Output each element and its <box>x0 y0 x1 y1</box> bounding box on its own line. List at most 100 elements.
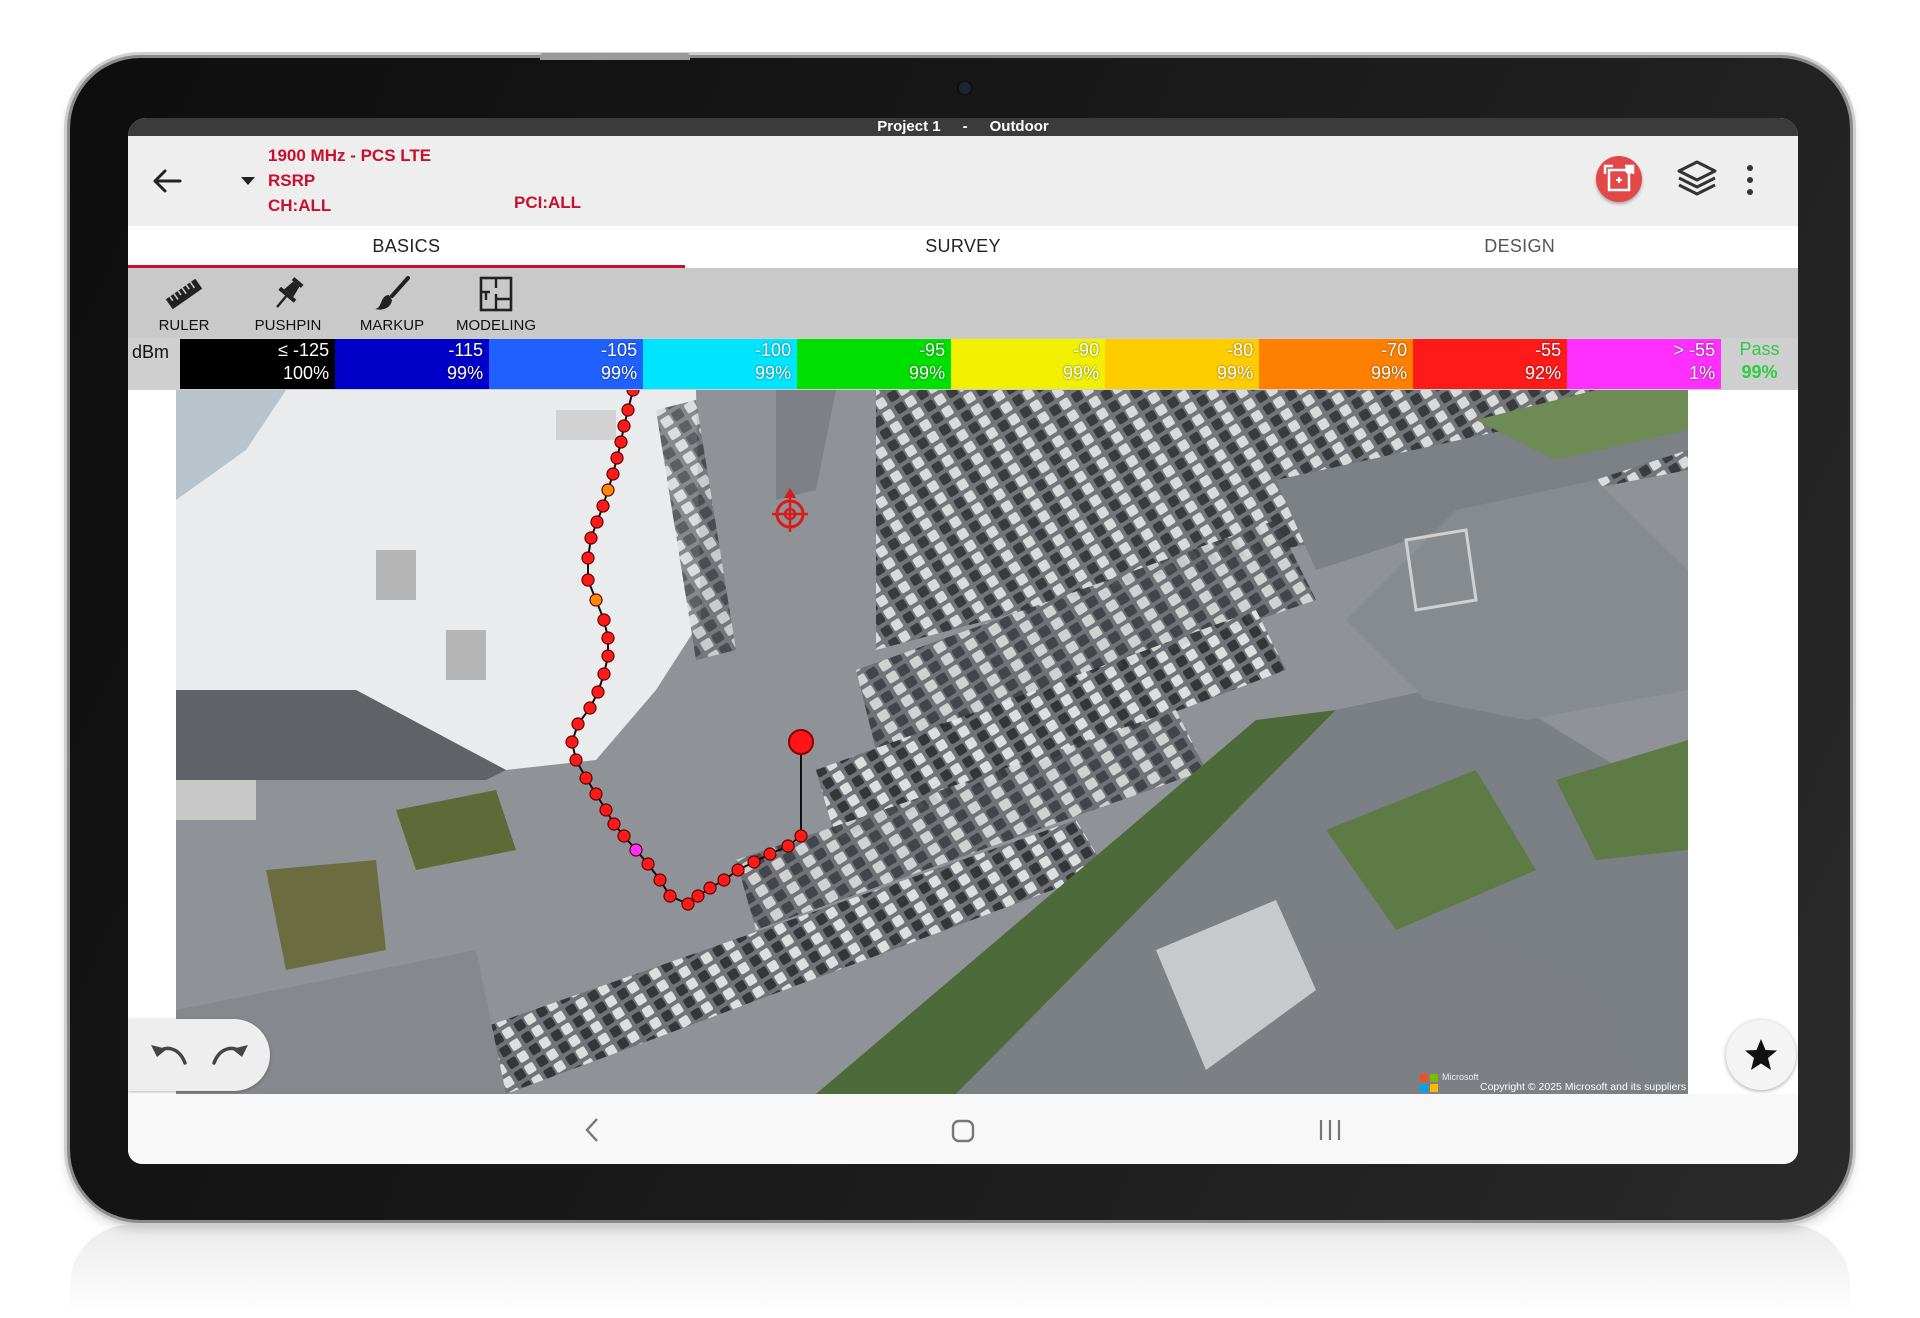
survey-point[interactable] <box>629 843 643 857</box>
modeling-tool-button[interactable]: MODELING <box>444 268 548 338</box>
survey-point[interactable] <box>607 817 621 831</box>
garden-bed <box>266 860 386 970</box>
tab-survey[interactable]: SURVEY <box>685 226 1242 268</box>
survey-point[interactable] <box>747 855 761 869</box>
survey-point[interactable] <box>691 889 705 903</box>
survey-point[interactable] <box>641 857 655 871</box>
survey-point[interactable] <box>731 863 745 877</box>
basic-tools-toolbar: RULER PUSHPIN MARKUP MODELING <box>128 268 1798 338</box>
aerial-map[interactable] <box>176 390 1688 1094</box>
survey-point[interactable] <box>781 839 795 853</box>
loading-dock <box>176 780 256 820</box>
legend-range: -70 <box>1381 340 1408 360</box>
map-view[interactable] <box>176 390 1688 1094</box>
legend-cell[interactable]: > -55 1% <box>1567 339 1722 389</box>
survey-point[interactable] <box>579 771 593 785</box>
survey-point[interactable] <box>591 685 605 699</box>
nav-back-icon[interactable] <box>583 1117 601 1143</box>
signal-legend: dBm ≤ -125 100% -115 99% -105 99% -100 99% -… <box>128 338 1798 390</box>
legend-range: -115 <box>448 340 484 360</box>
floorplan-icon <box>479 276 513 312</box>
legend-cell[interactable]: -90 99% <box>951 339 1106 389</box>
survey-point[interactable] <box>589 787 603 801</box>
pass-value: 99% <box>1741 362 1778 382</box>
survey-point[interactable] <box>601 483 615 497</box>
survey-point[interactable] <box>614 435 628 449</box>
current-location-point[interactable] <box>788 729 814 755</box>
survey-point[interactable] <box>606 467 620 481</box>
survey-point[interactable] <box>717 873 731 887</box>
survey-point[interactable] <box>584 531 598 545</box>
tab-design[interactable]: DESIGN <box>1241 226 1798 268</box>
legend-cell[interactable]: -80 99% <box>1105 339 1260 389</box>
survey-point[interactable] <box>590 515 604 529</box>
legend-cell[interactable]: ≤ -125 100% <box>180 339 336 389</box>
legend-cell[interactable]: -100 99% <box>643 339 798 389</box>
survey-point[interactable] <box>763 847 777 861</box>
undo-icon[interactable] <box>147 1039 191 1071</box>
app-screen: Project 1 - Outdoor 1900 MHz - PCS LTE R… <box>128 118 1798 1164</box>
survey-point[interactable] <box>597 667 611 681</box>
copyright-text: Copyright © 2025 Microsoft and its suppl… <box>1480 1081 1773 1093</box>
legend-cells: ≤ -125 100% -115 99% -105 99% -100 99% -95 99… <box>180 338 1722 390</box>
measurement-selector[interactable]: 1900 MHz - PCS LTE RSRP CH:ALL <box>268 143 431 218</box>
survey-point[interactable] <box>610 451 624 465</box>
survey-point[interactable] <box>599 803 613 817</box>
legend-range: -55 <box>1535 340 1562 360</box>
legend-cell[interactable]: -55 92% <box>1413 339 1568 389</box>
layers-icon[interactable] <box>1676 158 1718 200</box>
tab-bar: BASICS SURVEY DESIGN <box>128 226 1798 268</box>
survey-point[interactable] <box>601 649 615 663</box>
legend-cell[interactable]: -70 99% <box>1259 339 1414 389</box>
legend-percent: 1% <box>1689 363 1716 383</box>
survey-point[interactable] <box>583 701 597 715</box>
survey-point[interactable] <box>571 717 585 731</box>
dropdown-triangle-icon[interactable] <box>240 176 256 186</box>
survey-point[interactable] <box>663 889 677 903</box>
legend-range: -80 <box>1227 340 1254 360</box>
legend-cell[interactable]: -105 99% <box>489 339 644 389</box>
survey-point[interactable] <box>794 829 808 843</box>
legend-percent: 99% <box>1217 363 1254 383</box>
brush-icon <box>375 276 410 310</box>
survey-point[interactable] <box>617 419 631 433</box>
survey-point[interactable] <box>581 551 595 565</box>
survey-point[interactable] <box>597 613 611 627</box>
survey-mode-icon[interactable] <box>1596 156 1642 202</box>
survey-point[interactable] <box>681 897 695 911</box>
more-vert-icon[interactable] <box>1744 162 1756 198</box>
undo-redo-panel <box>128 1019 270 1091</box>
status-bar: Project 1 - Outdoor <box>128 118 1798 136</box>
markup-tool-button[interactable]: MARKUP <box>340 268 444 338</box>
ruler-icon <box>165 278 203 310</box>
survey-point[interactable] <box>653 873 667 887</box>
arrow-back-icon[interactable] <box>150 164 184 198</box>
survey-point[interactable] <box>596 499 610 513</box>
redo-icon[interactable] <box>208 1039 252 1071</box>
nav-recents-icon[interactable] <box>1318 1119 1342 1141</box>
ruler-tool-button[interactable]: RULER <box>132 268 236 338</box>
legend-cell[interactable]: -95 99% <box>797 339 952 389</box>
survey-point[interactable] <box>581 573 595 587</box>
legend-cell[interactable]: -115 99% <box>335 339 490 389</box>
status-separator: - <box>962 118 968 135</box>
survey-point[interactable] <box>589 593 603 607</box>
pushpin-tool-button[interactable]: PUSHPIN <box>236 268 340 338</box>
legend-range: -95 <box>919 340 946 360</box>
channel-label: CH:ALL <box>268 196 332 215</box>
legend-percent: 99% <box>909 363 946 383</box>
survey-point[interactable] <box>569 753 583 767</box>
survey-point[interactable] <box>565 735 579 749</box>
legend-percent: 100% <box>283 363 330 383</box>
survey-point[interactable] <box>621 403 635 417</box>
favorite-button[interactable] <box>1726 1020 1796 1090</box>
nav-home-icon[interactable] <box>951 1119 975 1143</box>
tab-basics[interactable]: BASICS <box>128 226 685 268</box>
legend-percent: 99% <box>601 363 638 383</box>
legend-percent: 99% <box>447 363 484 383</box>
project-name: Project 1 <box>877 118 941 135</box>
survey-point[interactable] <box>617 829 631 843</box>
survey-point[interactable] <box>703 881 717 895</box>
survey-point[interactable] <box>601 631 615 645</box>
legend-range: -100 <box>755 340 792 360</box>
